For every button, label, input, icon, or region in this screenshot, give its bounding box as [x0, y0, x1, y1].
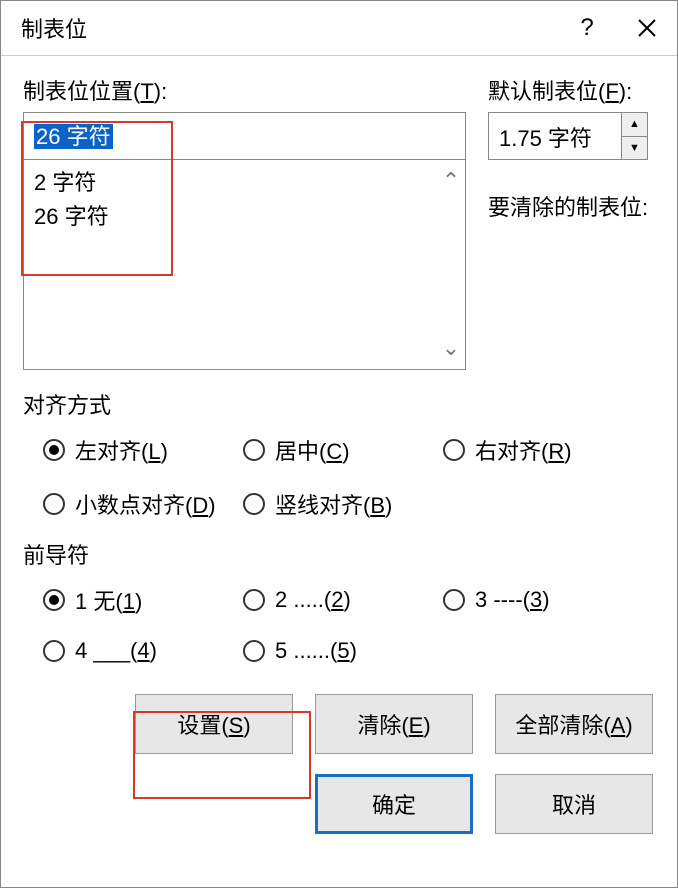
scroll-down-icon[interactable]: ⌄: [442, 331, 460, 365]
default-tab-label: 默认制表位(F):: [488, 74, 655, 106]
radio-align-right[interactable]: 右对齐(R): [443, 434, 643, 466]
list-item[interactable]: 26 字符: [34, 200, 455, 234]
clear-all-button[interactable]: 全部清除(A): [495, 694, 653, 754]
tab-position-list[interactable]: 2 字符 26 字符 ⌃ ⌄: [23, 160, 466, 370]
radio-icon: [43, 589, 65, 611]
radio-label: 小数点对齐(D): [75, 488, 216, 520]
radio-icon: [243, 589, 265, 611]
tab-position-column: 制表位位置(T): 26 字符 2 字符 26 字符 ⌃ ⌄: [23, 74, 473, 370]
list-item[interactable]: 2 字符: [34, 166, 455, 200]
radio-icon: [43, 493, 65, 515]
dialog-content: 制表位位置(T): 26 字符 2 字符 26 字符 ⌃ ⌄ 默认制表位(F):…: [1, 56, 677, 834]
dialog-title: 制表位: [21, 12, 557, 44]
spinner-buttons: ▲ ▼: [621, 113, 647, 159]
default-tab-spinner[interactable]: 1.75 字符 ▲ ▼: [488, 112, 648, 160]
default-tab-column: 默认制表位(F): 1.75 字符 ▲ ▼ 要清除的制表位:: [473, 74, 655, 370]
radio-label: 5 ......(5): [275, 638, 357, 664]
default-tab-value: 1.75 字符: [489, 113, 621, 159]
radio-leader-4[interactable]: 4 ___(4): [43, 638, 243, 664]
radio-leader-5[interactable]: 5 ......(5): [243, 638, 443, 664]
radio-icon: [43, 439, 65, 461]
scroll-up-icon[interactable]: ⌃: [442, 164, 460, 198]
radio-align-decimal[interactable]: 小数点对齐(D): [43, 488, 243, 520]
scrollbar[interactable]: ⌃ ⌄: [437, 160, 465, 369]
set-button[interactable]: 设置(S): [135, 694, 293, 754]
alignment-group: 左对齐(L) 居中(C) 右对齐(R) 小数点对齐(D) 竖线对齐(B): [43, 434, 655, 520]
tabs-dialog: 制表位 ? 制表位位置(T): 26 字符 2 字符 26 字符 ⌃ ⌄: [0, 0, 678, 888]
radio-label: 3 ----(3): [475, 587, 550, 613]
tab-position-label: 制表位位置(T):: [23, 74, 473, 106]
leader-group: 1 无(1) 2 .....(2) 3 ----(3) 4 ___(4) 5 .…: [43, 584, 655, 664]
radio-leader-3[interactable]: 3 ----(3): [443, 584, 643, 616]
spinner-up-button[interactable]: ▲: [622, 113, 647, 137]
action-button-row: 设置(S) 清除(E) 全部清除(A): [23, 694, 655, 754]
radio-leader-2[interactable]: 2 .....(2): [243, 584, 443, 616]
title-bar: 制表位 ?: [1, 1, 677, 56]
radio-icon: [243, 640, 265, 662]
help-button[interactable]: ?: [557, 1, 617, 56]
clear-button[interactable]: 清除(E): [315, 694, 473, 754]
radio-align-center[interactable]: 居中(C): [243, 434, 443, 466]
spinner-down-button[interactable]: ▼: [622, 137, 647, 160]
ok-button[interactable]: 确定: [315, 774, 473, 834]
to-clear-label: 要清除的制表位:: [488, 190, 655, 222]
radio-label: 1 无(1): [75, 584, 142, 616]
radio-label: 竖线对齐(B): [275, 488, 392, 520]
radio-label: 左对齐(L): [75, 434, 168, 466]
radio-icon: [443, 589, 465, 611]
cancel-button[interactable]: 取消: [495, 774, 653, 834]
radio-icon: [243, 439, 265, 461]
radio-label: 右对齐(R): [475, 434, 572, 466]
tab-position-value: 26 字符: [34, 124, 113, 149]
radio-icon: [43, 640, 65, 662]
leader-section-label: 前导符: [23, 538, 655, 570]
radio-align-left[interactable]: 左对齐(L): [43, 434, 243, 466]
dialog-button-row: 确定 取消: [23, 774, 655, 834]
radio-label: 2 .....(2): [275, 587, 351, 613]
alignment-section-label: 对齐方式: [23, 388, 655, 420]
tab-position-input[interactable]: 26 字符: [23, 112, 466, 160]
top-row: 制表位位置(T): 26 字符 2 字符 26 字符 ⌃ ⌄ 默认制表位(F):…: [23, 74, 655, 370]
radio-label: 4 ___(4): [75, 638, 157, 664]
close-button[interactable]: [617, 1, 677, 56]
radio-leader-1[interactable]: 1 无(1): [43, 584, 243, 616]
radio-icon: [443, 439, 465, 461]
radio-align-bar[interactable]: 竖线对齐(B): [243, 488, 443, 520]
radio-label: 居中(C): [275, 434, 350, 466]
radio-icon: [243, 493, 265, 515]
close-icon: [636, 17, 658, 39]
